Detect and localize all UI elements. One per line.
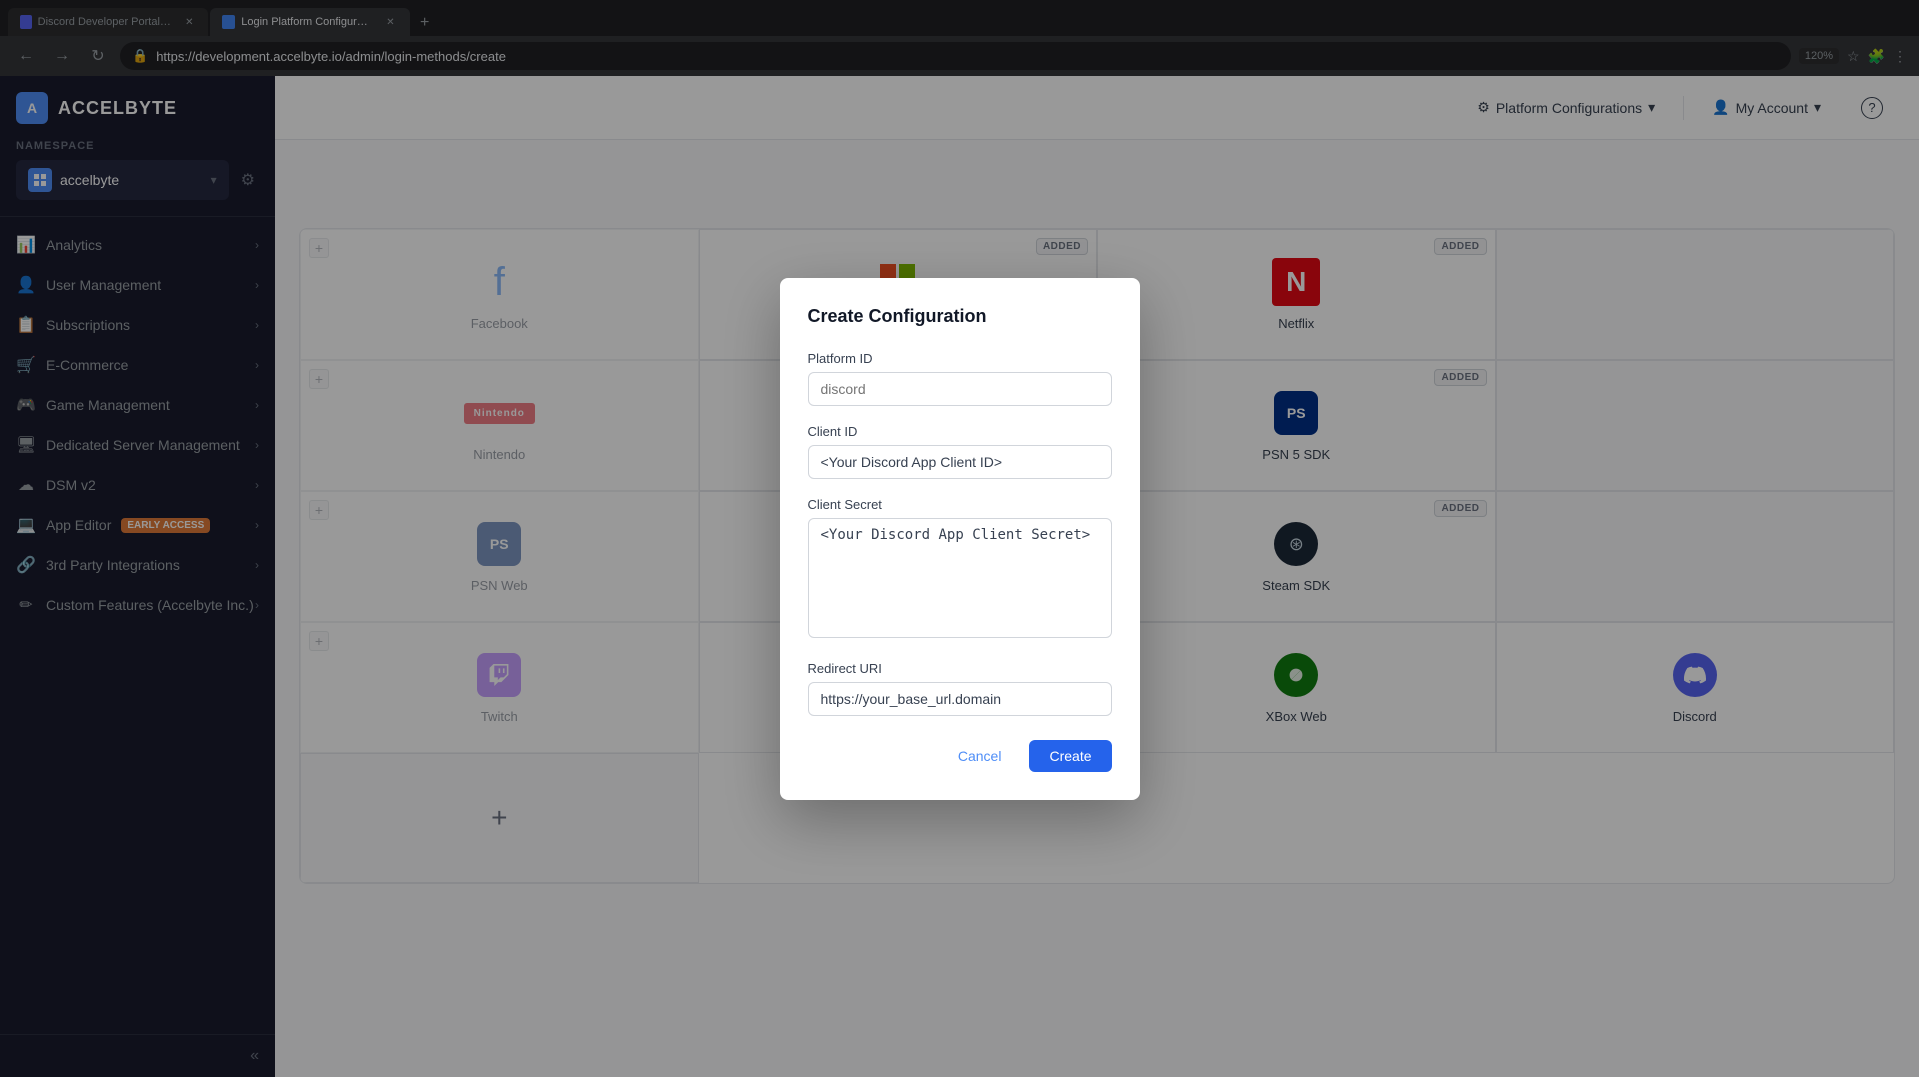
- client-id-input[interactable]: [808, 445, 1112, 479]
- redirect-uri-group: Redirect URI: [808, 661, 1112, 716]
- create-configuration-dialog: Create Configuration Platform ID Client …: [780, 278, 1140, 800]
- platform-id-group: Platform ID: [808, 351, 1112, 406]
- client-id-group: Client ID: [808, 424, 1112, 479]
- create-button[interactable]: Create: [1029, 740, 1111, 772]
- cancel-button[interactable]: Cancel: [942, 740, 1018, 772]
- client-secret-label: Client Secret: [808, 497, 1112, 512]
- dialog-title: Create Configuration: [808, 306, 1112, 327]
- client-id-label: Client ID: [808, 424, 1112, 439]
- platform-id-label: Platform ID: [808, 351, 1112, 366]
- dialog-actions: Cancel Create: [808, 740, 1112, 772]
- dialog-overlay[interactable]: Create Configuration Platform ID Client …: [0, 0, 1919, 1077]
- client-secret-group: Client Secret: [808, 497, 1112, 643]
- redirect-uri-input[interactable]: [808, 682, 1112, 716]
- platform-id-input[interactable]: [808, 372, 1112, 406]
- redirect-uri-label: Redirect URI: [808, 661, 1112, 676]
- client-secret-input[interactable]: [808, 518, 1112, 638]
